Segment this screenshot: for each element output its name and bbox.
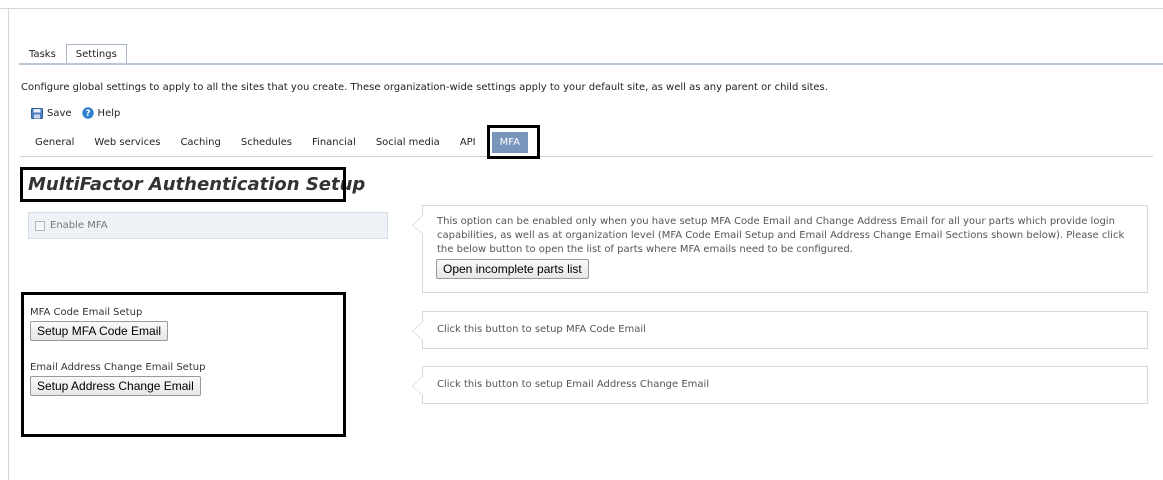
mfa-tab-highlight [487, 125, 540, 159]
tab-api[interactable]: API [450, 132, 486, 153]
address-change-info-text: Click this button to setup Email Address… [437, 379, 710, 390]
tab-schedules[interactable]: Schedules [231, 132, 302, 153]
settings-description: Configure global settings to apply to al… [21, 82, 828, 93]
enable-mfa-checkbox[interactable] [35, 220, 45, 231]
panel-pointer [412, 376, 423, 396]
open-incomplete-parts-button[interactable]: Open incomplete parts list [436, 259, 589, 279]
top-border [0, 8, 1163, 9]
enable-mfa-info-text: This option can be enabled only when you… [437, 216, 1125, 255]
settings-tabs: General Web services Caching Schedules F… [25, 132, 528, 153]
tab-general[interactable]: General [25, 132, 84, 153]
left-border [8, 8, 9, 480]
panel-pointer [412, 215, 423, 235]
help-button[interactable]: ? Help [81, 107, 121, 119]
svg-text:?: ? [85, 109, 90, 119]
tab-tasks[interactable]: Tasks [19, 44, 66, 64]
help-question-icon: ? [81, 107, 94, 119]
settings-tabs-divider [20, 156, 1153, 157]
tab-web-services[interactable]: Web services [84, 132, 170, 153]
tab-caching[interactable]: Caching [170, 132, 230, 153]
tab-social-media[interactable]: Social media [366, 132, 450, 153]
panel-pointer [412, 321, 423, 341]
title-highlight [20, 167, 346, 202]
address-change-info-panel: Click this button to setup Email Address… [412, 366, 1148, 404]
toolbar: Save ? Help [31, 107, 120, 119]
save-label: Save [47, 107, 72, 119]
enable-mfa-label: Enable MFA [50, 220, 108, 231]
setup-section-highlight [21, 292, 346, 437]
mfa-code-info-text: Click this button to setup MFA Code Emai… [437, 324, 646, 335]
enable-mfa-info-panel: This option can be enabled only when you… [412, 205, 1148, 293]
enable-mfa-field: Enable MFA [28, 212, 388, 239]
save-button[interactable]: Save [31, 107, 72, 119]
main-tabs: Tasks Settings [19, 44, 127, 65]
save-disk-icon [31, 107, 43, 119]
tabs-divider [19, 63, 1163, 65]
tab-financial[interactable]: Financial [302, 132, 366, 153]
tab-settings[interactable]: Settings [65, 44, 127, 65]
help-label: Help [97, 107, 121, 119]
mfa-code-info-panel: Click this button to setup MFA Code Emai… [412, 311, 1148, 349]
